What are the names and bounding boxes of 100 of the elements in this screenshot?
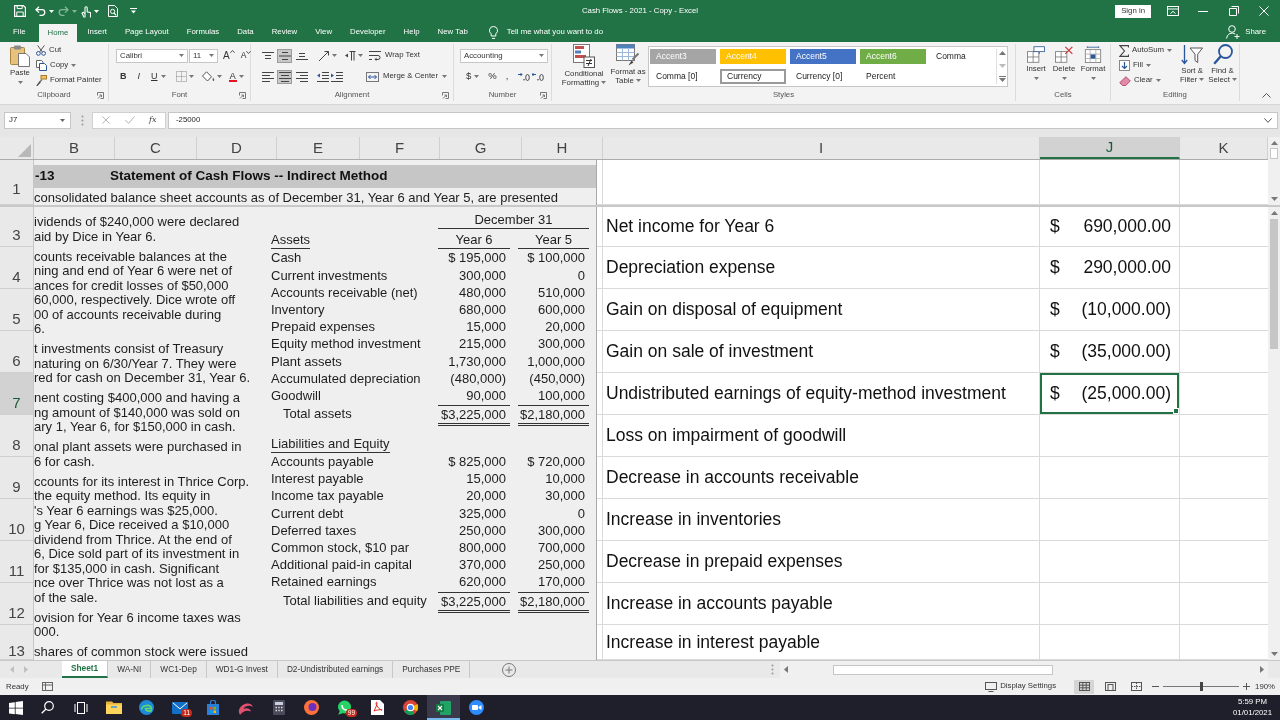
macro-recording-icon[interactable] — [41, 682, 53, 691]
caret-icon — [358, 54, 363, 57]
italic-button[interactable]: I — [136, 69, 141, 84]
caret-icon[interactable] — [60, 118, 65, 122]
fill-color-button[interactable] — [200, 69, 223, 84]
bold-button[interactable]: B — [119, 69, 128, 84]
scroll-down-icon[interactable] — [1270, 197, 1278, 201]
scroll-up-icon[interactable] — [998, 51, 1006, 55]
percent-style-button[interactable]: % — [487, 69, 498, 84]
left-align-button[interactable] — [260, 69, 275, 84]
decrease-indent-button[interactable] — [316, 69, 330, 84]
row-header[interactable]: 12 — [0, 583, 33, 625]
cell-style-option[interactable]: Currency [0] — [790, 69, 856, 84]
enter-check-icon[interactable] — [125, 116, 135, 124]
column-header[interactable]: I — [603, 137, 1040, 159]
ribbon-display-options-icon[interactable] — [1167, 6, 1179, 16]
amount: 250,000 — [537, 556, 586, 574]
close-icon[interactable] — [1259, 6, 1269, 16]
zoom-slider-thumb[interactable] — [1199, 682, 1203, 691]
dialog-launcher-icon[interactable] — [442, 91, 449, 99]
center-align-button[interactable] — [277, 69, 292, 84]
vertical-scrollbar[interactable] — [1268, 207, 1280, 660]
sheet-tab[interactable]: Sheet1 — [62, 661, 109, 678]
column-header[interactable]: B — [34, 137, 115, 159]
horizontal-scrollbar[interactable] — [780, 661, 1268, 678]
cell-style-option[interactable]: Comma — [930, 49, 996, 64]
scroll-thumb[interactable] — [833, 664, 1053, 675]
scroll-thumb[interactable] — [1270, 219, 1278, 349]
dialog-launcher-icon[interactable] — [540, 91, 547, 99]
cell-style-option[interactable]: Currency — [720, 69, 786, 84]
dialog-launcher-icon[interactable] — [97, 91, 104, 99]
column-header[interactable]: F — [360, 137, 440, 159]
decrease-font-size-button[interactable]: A — [240, 50, 252, 61]
print-preview-icon[interactable] — [108, 5, 118, 17]
scroll-left-icon[interactable] — [784, 666, 788, 673]
row-header[interactable]: 3 — [0, 207, 33, 247]
insert-cells-icon — [1027, 46, 1045, 63]
column-header[interactable]: E — [277, 137, 360, 159]
minimize-icon[interactable] — [1198, 10, 1208, 12]
save-icon[interactable] — [14, 5, 26, 17]
cell-style-option[interactable]: Percent — [860, 69, 926, 84]
normal-view-button[interactable] — [1074, 679, 1095, 694]
restore-icon[interactable] — [1229, 6, 1239, 16]
underline-button[interactable]: U — [150, 69, 167, 84]
caret-icon — [160, 75, 166, 78]
task-view-icon[interactable] — [73, 701, 88, 714]
scroll-up-icon[interactable] — [1270, 141, 1278, 145]
row-header[interactable]: 5 — [0, 289, 33, 331]
caret-icon[interactable] — [49, 9, 54, 13]
row-header[interactable]: 7 — [0, 373, 33, 415]
caret-icon — [1155, 79, 1161, 82]
customize-menu-icon[interactable] — [130, 8, 137, 14]
comma-style-button[interactable]: , — [504, 69, 510, 84]
increase-indent-button[interactable] — [330, 69, 344, 84]
column-header[interactable]: J — [1040, 137, 1180, 159]
zoom-in-icon[interactable] — [1243, 683, 1251, 690]
column-header[interactable]: D — [197, 137, 277, 159]
middle-align-button[interactable] — [277, 48, 292, 63]
caret-icon — [635, 79, 641, 83]
more-styles-icon[interactable] — [998, 76, 1006, 82]
dialog-launcher-icon[interactable] — [239, 91, 246, 99]
active-cell[interactable]: $ (25,000.00) — [1040, 373, 1180, 414]
amount: 480,000 — [458, 283, 507, 301]
collapse-ribbon-icon[interactable] — [1262, 93, 1271, 98]
undo-icon[interactable] — [35, 6, 46, 16]
scroll-right-icon[interactable] — [1260, 666, 1264, 673]
scroll-thumb[interactable] — [1270, 148, 1278, 159]
right-align-button[interactable] — [294, 69, 309, 84]
orientation-button[interactable] — [317, 48, 338, 63]
caret-icon — [1033, 76, 1039, 80]
scroll-up-icon[interactable] — [1270, 211, 1278, 215]
paintbrush-icon — [36, 75, 47, 86]
new-sheet-icon[interactable] — [502, 662, 517, 677]
caret-icon[interactable] — [94, 9, 99, 13]
start-icon[interactable] — [8, 700, 23, 715]
currency-format-button[interactable]: $ — [465, 69, 481, 84]
text-direction-button[interactable] — [344, 48, 364, 63]
page-layout-icon — [1104, 682, 1116, 691]
column-header[interactable]: K — [1180, 137, 1268, 159]
lightbulb-icon — [488, 25, 498, 39]
pdf-document-icon — [371, 700, 384, 715]
column-header[interactable]: C — [115, 137, 197, 159]
search-icon[interactable] — [41, 701, 54, 714]
row-header[interactable]: 10 — [0, 499, 33, 541]
increase-font-size-button[interactable]: A — [223, 49, 235, 62]
font-color-button[interactable]: A — [227, 69, 245, 84]
row-header[interactable]: 4 — [0, 247, 33, 289]
cell-style-option[interactable]: Accent5 — [790, 49, 856, 64]
vertical-scrollbar[interactable] — [1268, 137, 1280, 205]
row-header[interactable]: 11 — [0, 541, 33, 583]
cell-style-option[interactable]: Comma [0] — [650, 69, 716, 84]
row-header[interactable]: 8 — [0, 415, 33, 457]
row-header[interactable]: 9 — [0, 457, 33, 499]
scroll-down-icon[interactable] — [1270, 652, 1278, 656]
cell-styles-gallery[interactable]: Accent3 Accent4 Accent5 Accent6 Comma Comma [0] Currency Currency [0] Percent — [648, 46, 1008, 87]
column-header[interactable]: H — [522, 137, 603, 159]
column-header[interactable]: G — [440, 137, 522, 159]
hand-pointer-icon[interactable] — [81, 4, 91, 18]
insert-function-button[interactable]: fx — [149, 115, 157, 125]
expand-formula-icon[interactable] — [1264, 117, 1272, 123]
